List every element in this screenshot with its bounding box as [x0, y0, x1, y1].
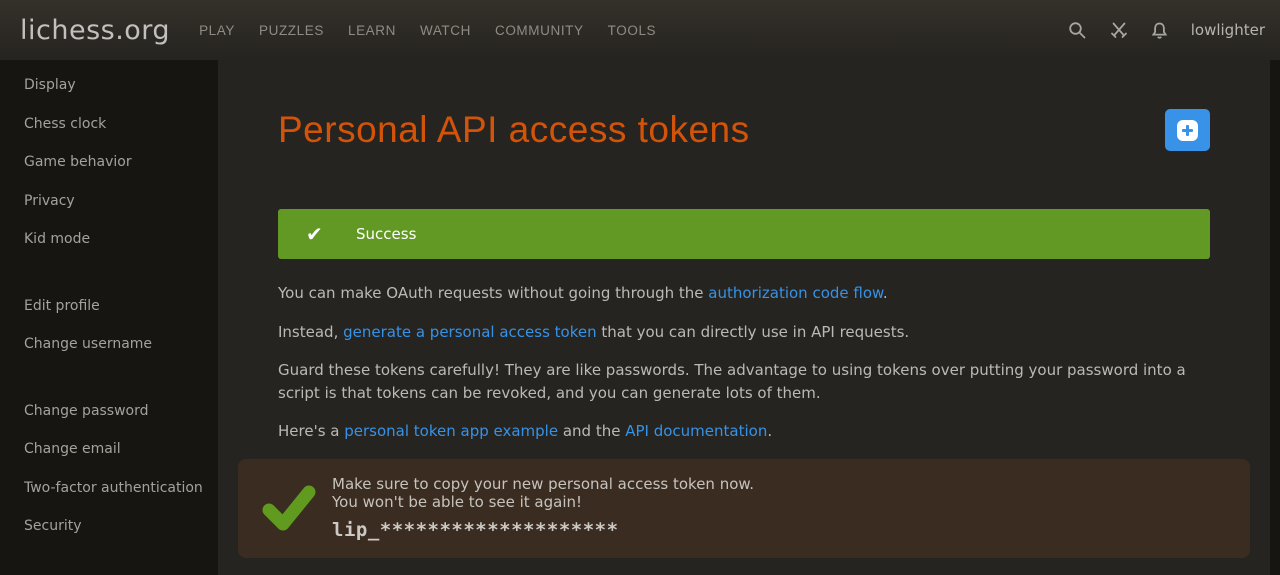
nav-item-tools[interactable]: TOOLS	[608, 23, 657, 38]
site-logo[interactable]: lichess.org	[0, 15, 170, 46]
content-panel: Personal API access tokens ✔ Success You…	[218, 60, 1270, 575]
sidebar-item-display[interactable]: Display	[0, 66, 218, 105]
bell-icon[interactable]	[1150, 20, 1170, 40]
sidebar-item-security[interactable]: Security	[0, 507, 218, 546]
text-segment: Guard these tokens carefully! They are l…	[278, 361, 1186, 402]
sidebar-item-kid-mode[interactable]: Kid mode	[0, 220, 218, 259]
sidebar-item-game-behavior[interactable]: Game behavior	[0, 143, 218, 182]
text-segment: .	[767, 422, 772, 440]
plus-icon	[1177, 120, 1198, 141]
success-banner: ✔ Success	[278, 209, 1210, 259]
title-row: Personal API access tokens	[278, 60, 1210, 154]
token-flash-text: Make sure to copy your new personal acce…	[332, 476, 754, 540]
new-token-button[interactable]	[1165, 109, 1210, 151]
text-segment: You can make OAuth requests without goin…	[278, 284, 708, 302]
sidebar-item-privacy[interactable]: Privacy	[0, 182, 218, 221]
nav-item-puzzles[interactable]: PUZZLES	[259, 23, 324, 38]
token-value[interactable]: lip_********************	[332, 522, 754, 540]
main-nav: PLAY PUZZLES LEARN WATCH COMMUNITY TOOLS	[199, 23, 656, 38]
top-nav: lichess.org PLAY PUZZLES LEARN WATCH COM…	[0, 0, 1280, 60]
text-segment: that you can directly use in API request…	[597, 323, 910, 341]
nav-item-community[interactable]: COMMUNITY	[495, 23, 584, 38]
api-documentation-link[interactable]: API documentation	[625, 422, 767, 440]
sidebar-group-security: Change password Change email Two-factor …	[0, 392, 218, 546]
authorization-code-flow-link[interactable]: authorization code flow	[708, 284, 883, 302]
nav-item-play[interactable]: PLAY	[199, 23, 235, 38]
sidebar-item-change-password[interactable]: Change password	[0, 392, 218, 431]
token-flash-box: Make sure to copy your new personal acce…	[238, 459, 1250, 558]
big-check-icon	[260, 479, 318, 537]
text-segment: .	[883, 284, 888, 302]
nav-item-watch[interactable]: WATCH	[420, 23, 471, 38]
sidebar-item-edit-profile[interactable]: Edit profile	[0, 287, 218, 326]
settings-sidebar: Display Chess clock Game behavior Privac…	[0, 60, 218, 575]
nav-right: lowlighter	[1068, 0, 1280, 60]
token-flash-line1: Make sure to copy your new personal acce…	[332, 476, 754, 494]
crossed-swords-icon[interactable]	[1109, 20, 1129, 40]
generate-token-link[interactable]: generate a personal access token	[343, 323, 596, 341]
search-icon[interactable]	[1068, 20, 1088, 40]
sidebar-item-change-username[interactable]: Change username	[0, 325, 218, 364]
sidebar-item-chess-clock[interactable]: Chess clock	[0, 105, 218, 144]
sidebar-item-change-email[interactable]: Change email	[0, 430, 218, 469]
user-menu[interactable]: lowlighter	[1191, 21, 1265, 39]
sidebar-group-profile: Edit profile Change username	[0, 287, 218, 364]
text-segment: Here's a	[278, 422, 344, 440]
paragraph-examples: Here's a personal token app example and …	[278, 420, 1210, 443]
sidebar-item-two-factor[interactable]: Two-factor authentication	[0, 469, 218, 508]
text-segment: and the	[558, 422, 625, 440]
check-icon: ✔	[306, 222, 330, 246]
success-banner-label: Success	[356, 225, 416, 243]
token-flash-line2: You won't be able to see it again!	[332, 494, 754, 512]
nav-item-learn[interactable]: LEARN	[348, 23, 396, 38]
text-segment: Instead,	[278, 323, 343, 341]
token-app-example-link[interactable]: personal token app example	[344, 422, 558, 440]
page-title: Personal API access tokens	[278, 106, 750, 154]
paragraph-instead: Instead, generate a personal access toke…	[278, 321, 1210, 344]
sidebar-group-preferences: Display Chess clock Game behavior Privac…	[0, 66, 218, 259]
paragraph-guard: Guard these tokens carefully! They are l…	[278, 359, 1210, 404]
paragraph-oauth: You can make OAuth requests without goin…	[278, 282, 1210, 305]
